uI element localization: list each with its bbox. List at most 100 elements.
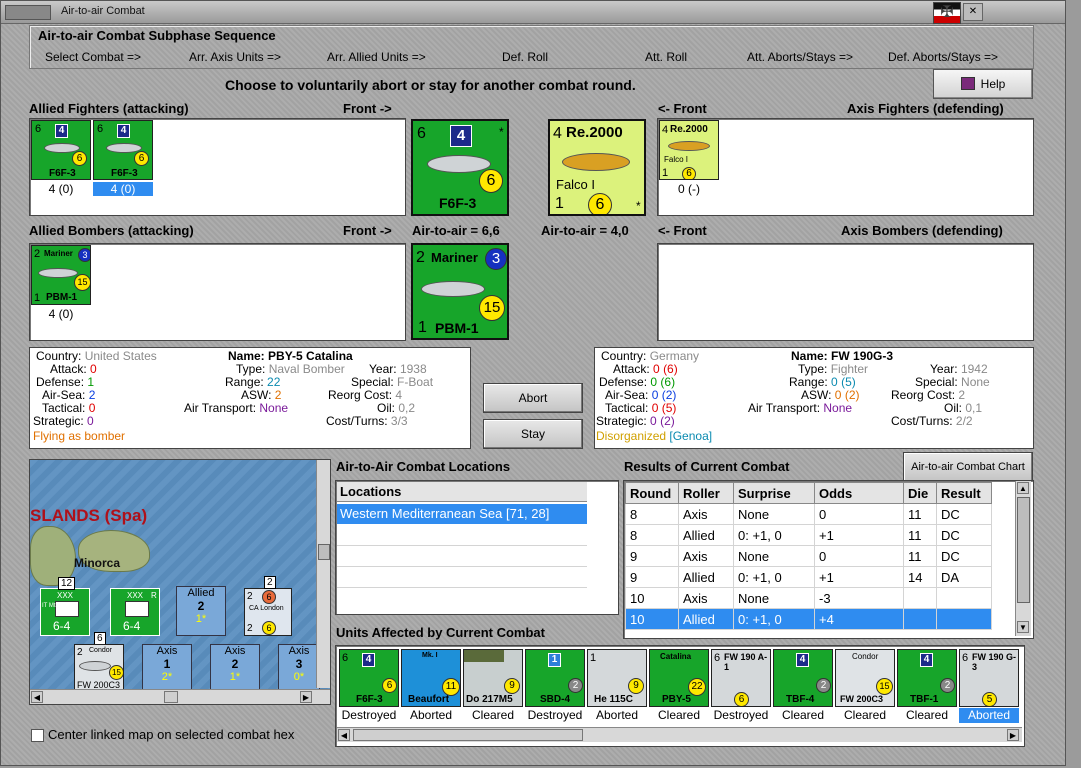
allied-front-bomber[interactable]: 2 Mariner 3 15 1 PBM-1	[411, 243, 509, 340]
allied-front-fighter[interactable]: 6 4 * 6 F6F-3	[411, 119, 509, 216]
affected-unit[interactable]: 6 FW 190 A-1 6 Destroyed	[711, 649, 771, 725]
affected-unit[interactable]: Catalina 22 PBY-5 Cleared	[649, 649, 709, 725]
affected-horizontal-scrollbar[interactable]: ◀ ▶	[337, 727, 1022, 742]
unit-attack: 6	[97, 123, 104, 135]
type-value: Fighter	[830, 362, 869, 376]
country-value: United States	[84, 349, 157, 363]
stay-button[interactable]: Stay	[483, 419, 583, 449]
affected-unit[interactable]: Condor 15 FW 200C3 Cleared	[835, 649, 895, 725]
plane-icon	[562, 153, 630, 171]
map-unit-r[interactable]: XXX R 6-4	[110, 588, 160, 636]
affected-scroll-right-icon[interactable]: ▶	[1007, 729, 1019, 741]
unit-status: Cleared	[773, 708, 833, 723]
map-horizontal-scrollbar[interactable]: ◀ ▶	[30, 689, 330, 704]
cell: -3	[814, 587, 904, 609]
cost-label: Cost/Turns:	[891, 414, 953, 428]
results-vscroll-thumb[interactable]	[1017, 497, 1030, 603]
results-vertical-scrollbar[interactable]: ▲ ▼	[1015, 481, 1031, 636]
map-vscroll-thumb[interactable]	[318, 544, 330, 560]
cell: 10	[625, 608, 679, 630]
close-icon[interactable]: ✕	[963, 3, 983, 21]
affected-unit[interactable]: 1 2 SBD-4 Destroyed	[525, 649, 585, 725]
location-item[interactable]: Western Mediterranean Sea [71, 28]	[337, 504, 587, 524]
center-map-checkbox[interactable]	[31, 729, 44, 742]
affected-unit[interactable]: 4 2 TBF-4 Cleared	[773, 649, 833, 725]
cell: 9	[625, 545, 679, 567]
unit-disc: 6	[72, 151, 87, 166]
attack-value: 0	[653, 362, 660, 376]
table-row[interactable]: 9 Axis None 0 11 DC	[625, 545, 992, 567]
defense-value: 0	[650, 375, 658, 389]
air-to-air-chart-button[interactable]: Air-to-air Combat Chart	[903, 452, 1033, 482]
front-attack: 2	[416, 249, 425, 266]
unit-disc: 6	[734, 692, 749, 706]
col-die: Die	[903, 482, 937, 504]
results-scroll-down-icon[interactable]: ▼	[1017, 621, 1029, 633]
table-row-selected[interactable]: 10 Allied 0: +1, 0 +4	[625, 608, 992, 630]
results-table-panel: Round Roller Surprise Odds Die Result 8A…	[623, 480, 1034, 639]
cell: 10	[625, 587, 679, 609]
map-stack-axis-2[interactable]: Axis 2 1*	[210, 644, 260, 694]
results-scroll-up-icon[interactable]: ▲	[1017, 482, 1029, 494]
map-scroll-left-icon[interactable]: ◀	[31, 691, 43, 703]
table-row[interactable]: 8 Axis None 0 11 DC	[625, 503, 992, 525]
airsea-value: 0	[651, 388, 659, 402]
front-right-label-2: Front ->	[343, 223, 392, 238]
affected-hscroll-thumb[interactable]	[353, 729, 583, 741]
stack-title: Allied	[187, 587, 215, 599]
subphase-sequence: Air-to-air Combat Subphase Sequence Sele…	[29, 25, 1034, 69]
cell: 0: +1, 0	[733, 608, 815, 630]
unit-disc: 6	[682, 167, 696, 179]
oil-value: 0,1	[965, 401, 983, 415]
map-stack-axis-3[interactable]: Axis 3 0*	[278, 644, 320, 694]
unit-box: 1	[548, 653, 561, 667]
axis-bombers-label: Axis Bombers (defending)	[841, 223, 1003, 238]
window-menu-icon[interactable]	[5, 5, 51, 20]
affected-unit[interactable]: 9 Do 217M5 Cleared	[463, 649, 523, 725]
defense-value: 1	[87, 375, 95, 389]
axis-front-fighter[interactable]: 4 Re.2000 Falco I 1 6 *	[548, 119, 646, 216]
table-row[interactable]: 8 Allied 0: +1, 0 +1 11 DC	[625, 524, 992, 546]
unit-model: Mk. I	[422, 652, 438, 659]
map-ship-ca-london[interactable]: 2 6 CA London 2 6	[244, 588, 292, 636]
unit-attack: 1	[590, 652, 597, 664]
axis-fighter-unit[interactable]: 4 Re.2000 Falco I 1 6 0 (-)	[659, 120, 719, 196]
map-unit-it-mtn[interactable]: XXX IT Mtn 6-4	[40, 588, 90, 636]
unit-status: Destroyed	[711, 708, 771, 723]
allied-fighter-unit[interactable]: 6 4 6 F6F-3 4 (0)	[31, 120, 91, 196]
unit-counter: 2 Mariner 3 15 1 PBM-1	[31, 245, 91, 305]
map-plane-condor[interactable]: Condor 2 15 FW 200C3	[74, 644, 124, 692]
allied-bomber-unit[interactable]: 2 Mariner 3 15 1 PBM-1 4 (0)	[31, 245, 91, 321]
abort-button[interactable]: Abort	[483, 383, 583, 413]
reorg-label: Reorg Cost:	[891, 388, 956, 402]
seq-step-arr-axis: Arr. Axis Units =>	[189, 50, 282, 64]
affected-scroll-left-icon[interactable]: ◀	[338, 729, 350, 741]
attack-label: Attack:	[50, 362, 87, 376]
affected-unit[interactable]: 6 4 6 F6F-3 Destroyed	[339, 649, 399, 725]
unit-counter: Mk. I 11 Beaufort	[401, 649, 461, 707]
country-label: Country:	[601, 349, 647, 363]
map-scroll-right-icon[interactable]: ▶	[300, 691, 312, 703]
map-stack-axis-1[interactable]: Axis 1 2*	[142, 644, 192, 694]
affected-title: Units Affected by Current Combat	[336, 625, 545, 640]
affected-unit[interactable]: 1 9 He 115C Aborted	[587, 649, 647, 725]
allied-fighter-unit-selected[interactable]: 6 4 6 F6F-3 4 (0)	[93, 120, 153, 196]
map-vertical-scrollbar[interactable]	[316, 460, 330, 688]
affected-unit[interactable]: 4 2 TBF-1 Cleared	[897, 649, 957, 725]
unit-attack: 6	[35, 123, 42, 135]
cell: DC	[936, 545, 992, 567]
table-row[interactable]: 10 Axis None -3	[625, 587, 992, 609]
unit-disc: 9	[504, 678, 520, 694]
map-hscroll-thumb[interactable]	[164, 691, 178, 703]
instruction-text: Choose to voluntarily abort or stay for …	[225, 77, 636, 93]
map-stack-allied[interactable]: Allied 2 1*	[176, 586, 226, 636]
strategic-mod: (2)	[660, 414, 675, 428]
unit-box: 4	[117, 124, 130, 138]
linked-map[interactable]: SLANDS (Spa) Minorca XXX IT Mtn 6-4 12 X…	[29, 459, 331, 705]
allied-unit-info: Country: United States Attack: 0 Defense…	[29, 347, 471, 449]
affected-unit-selected[interactable]: 6 FW 190 G-3 5 Aborted	[959, 649, 1019, 725]
help-button[interactable]: Help	[933, 69, 1033, 99]
cell: Axis	[678, 503, 734, 525]
table-row[interactable]: 9 Allied 0: +1, 0 +1 14 DA	[625, 566, 992, 588]
affected-unit[interactable]: Mk. I 11 Beaufort Aborted	[401, 649, 461, 725]
